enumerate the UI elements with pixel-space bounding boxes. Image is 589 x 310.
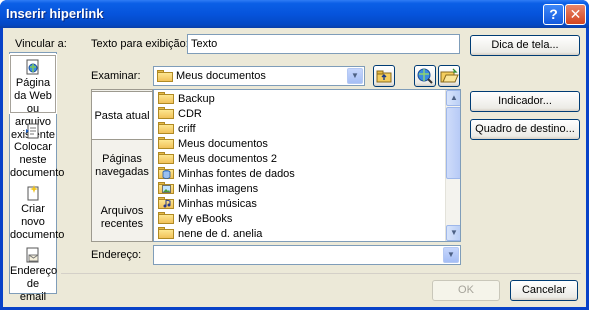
file-name: Minhas imagens (178, 183, 259, 195)
link-type-new-document-text2: documento (10, 229, 65, 241)
tab-paginas-navegadas-label1: Páginas (102, 153, 142, 165)
folder-icon (158, 227, 174, 239)
link-type-this-document-text2: documento (10, 167, 65, 179)
divider (61, 273, 581, 274)
browse-tabs: Pasta atual Páginas navegadas Arquivos r… (91, 89, 153, 242)
list-item[interactable]: Meus documentos (158, 137, 268, 152)
dialog-window: Inserir hiperlink ? ✕ Vincular a: Página… (0, 0, 589, 310)
browse-file-button[interactable] (438, 65, 460, 87)
list-item[interactable]: Meus documentos 2 (158, 152, 277, 167)
link-type-new-document[interactable]: Criar novo documento (10, 185, 64, 241)
link-type-email-text1: Endereço de (10, 265, 58, 290)
data-sources-folder-icon (158, 167, 174, 179)
chevron-down-icon[interactable]: ▼ (347, 68, 363, 84)
pictures-folder-icon (158, 182, 174, 194)
screen-tip-button[interactable]: Dica de tela... (470, 35, 580, 56)
close-button[interactable]: ✕ (565, 4, 586, 25)
list-item[interactable]: Minhas fontes de dados (158, 167, 295, 182)
link-type-email[interactable]: Endereço de email (10, 247, 58, 303)
web-page-icon (25, 59, 41, 75)
file-name: nene de d. anelia (178, 228, 263, 240)
file-name: Meus documentos 2 (178, 153, 278, 165)
list-item[interactable]: My eBooks (158, 212, 232, 227)
cancel-button[interactable]: Cancelar (510, 280, 578, 301)
help-button[interactable]: ? (543, 4, 564, 25)
folder-icon (158, 212, 174, 224)
file-list-scrollbar[interactable]: ▲ ▼ (445, 90, 460, 241)
tab-paginas-navegadas[interactable]: Páginas navegadas (92, 150, 152, 186)
folder-icon (158, 152, 174, 164)
list-item[interactable]: nene de d. anelia (158, 227, 263, 241)
address-combo[interactable]: ▼ (153, 245, 461, 265)
file-name: Minhas fontes de dados (178, 168, 295, 180)
folder-icon (158, 122, 174, 134)
dialog-title: Inserir hiperlink (6, 6, 104, 21)
link-type-this-document-text1: Colocar neste (14, 141, 52, 166)
scroll-thumb[interactable] (446, 107, 460, 179)
file-name: Minhas músicas (178, 198, 257, 210)
tab-arquivos-recentes-label2: recentes (100, 218, 144, 230)
ok-button[interactable]: OK (432, 280, 500, 301)
tab-pasta-atual-label: Pasta atual (94, 110, 150, 122)
scroll-down-icon[interactable]: ▼ (446, 225, 460, 241)
globe-search-icon (417, 68, 433, 84)
list-item[interactable]: CDR (158, 107, 202, 122)
link-type-this-document[interactable]: Colocar neste documento (10, 123, 64, 179)
folder-up-icon (376, 70, 392, 83)
email-icon (25, 247, 41, 263)
list-item[interactable]: Minhas imagens (158, 182, 258, 197)
tab-arquivos-recentes-label1: Arquivos (100, 205, 144, 217)
link-type-email-text2: email (19, 291, 47, 303)
file-name: Meus documentos (178, 138, 268, 150)
target-frame-button[interactable]: Quadro de destino... (470, 119, 580, 140)
browse-web-button[interactable] (414, 65, 436, 87)
chevron-down-icon[interactable]: ▼ (443, 247, 459, 263)
link-type-new-document-text1: Criar novo (21, 203, 45, 228)
bookmark-button[interactable]: Indicador... (470, 91, 580, 112)
folder-icon (158, 137, 174, 149)
open-folder-icon (440, 68, 459, 83)
tab-paginas-navegadas-label2: navegadas (95, 166, 149, 178)
file-list[interactable]: Backup CDR criff Meus documentos Meus do… (153, 89, 461, 242)
tab-pasta-atual[interactable]: Pasta atual (91, 91, 153, 140)
file-name: CDR (178, 108, 202, 120)
folder-icon (157, 70, 173, 82)
link-type-panel: Página da Web ou arquivo existente Coloc… (9, 52, 64, 303)
look-in-value: Meus documentos (176, 70, 266, 82)
list-item[interactable]: Minhas músicas (158, 197, 257, 212)
link-type-web-page-text1: Página da Web (14, 77, 52, 102)
file-name: Backup (178, 93, 215, 105)
list-item[interactable]: criff (158, 122, 196, 137)
up-one-folder-button[interactable] (373, 65, 395, 87)
vincular-label: Vincular a: (15, 38, 67, 50)
document-place-icon (25, 123, 41, 139)
music-folder-icon (158, 197, 174, 209)
look-in-combo[interactable]: Meus documentos ▼ (153, 66, 365, 86)
new-document-icon (25, 185, 41, 201)
file-name: My eBooks (178, 213, 233, 225)
link-type-web-page[interactable]: Página da Web ou arquivo existente (9, 54, 57, 141)
title-bar[interactable]: Inserir hiperlink ? ✕ (0, 0, 589, 28)
file-name: criff (178, 123, 196, 135)
scroll-up-icon[interactable]: ▲ (446, 90, 460, 106)
tab-arquivos-recentes[interactable]: Arquivos recentes (92, 202, 152, 238)
endereco-label: Endereço: (91, 249, 142, 261)
texto-label: Texto para exibição: (91, 38, 189, 50)
display-text-input[interactable]: Texto (187, 34, 460, 54)
folder-icon (158, 107, 174, 119)
list-item[interactable]: Backup (158, 92, 215, 107)
dialog-body: Vincular a: Página da Web ou arquivo exi… (3, 28, 586, 307)
folder-icon (158, 92, 174, 104)
examinar-label: Examinar: (91, 70, 141, 82)
